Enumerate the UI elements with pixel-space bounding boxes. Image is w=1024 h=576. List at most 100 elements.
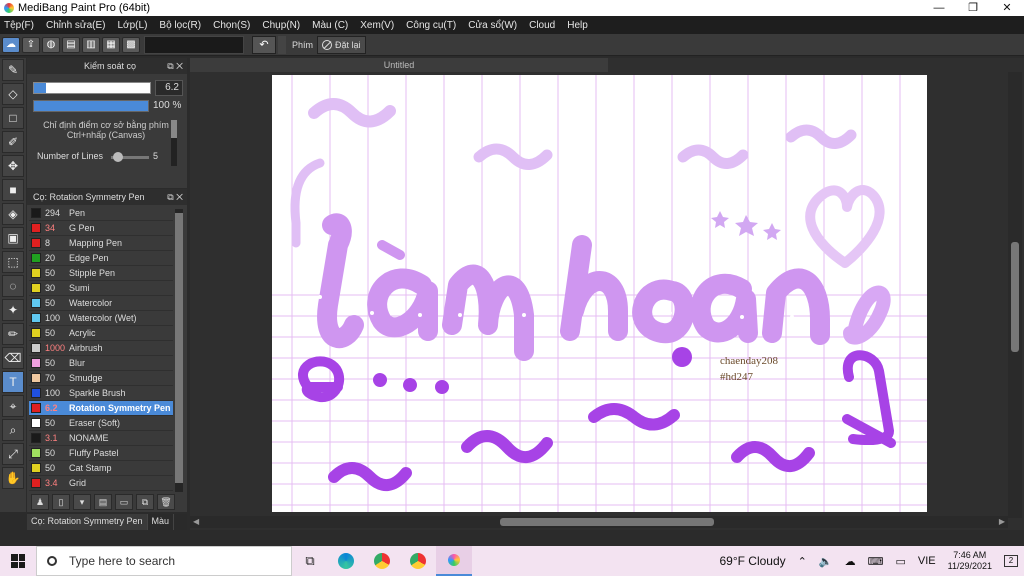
start-button[interactable] (0, 546, 36, 576)
menu-view[interactable]: Xem(V) (360, 20, 394, 31)
minimize-button[interactable]: — (922, 0, 956, 16)
divide-tool-icon[interactable]: ⌖ (2, 395, 24, 417)
notification-icon[interactable]: 2 (1004, 555, 1018, 567)
close-button[interactable]: ✕ (990, 0, 1024, 16)
brush-item[interactable]: 3.1 NONAME (29, 431, 173, 446)
menu-file[interactable]: Tệp(F) (4, 20, 34, 31)
drawing-canvas[interactable]: chaenday208 #hd247 (272, 75, 927, 512)
document-tab[interactable]: Untitled (190, 58, 608, 72)
brush-list-scrollbar[interactable] (175, 209, 183, 501)
bucket-tool-icon[interactable]: ◈ (2, 203, 24, 225)
brush-item[interactable]: 100 Watercolor (Wet) (29, 311, 173, 326)
task-view-icon[interactable]: ⧉ (292, 546, 328, 576)
chrome-icon[interactable] (364, 546, 400, 576)
brush-item[interactable]: 50 Watercolor (29, 296, 173, 311)
brush-item[interactable]: 34 G Pen (29, 221, 173, 236)
taskbar-search[interactable]: Type here to search (36, 546, 292, 576)
volume-icon[interactable]: 🔈 (819, 555, 833, 568)
number-of-lines-knob[interactable] (113, 152, 123, 162)
pen-edit-tool-icon[interactable]: ⤢ (2, 443, 24, 465)
brush-item[interactable]: 30 Sumi (29, 281, 173, 296)
cloud-icon[interactable]: ☁ (2, 36, 20, 53)
vertical-scroll-thumb[interactable] (1011, 242, 1019, 352)
tab-color[interactable]: Màu (148, 514, 175, 530)
dot-tool-icon[interactable]: □ (2, 107, 24, 129)
duplicate-icon[interactable]: ⧉ (136, 494, 154, 510)
move-tool-icon[interactable]: ✥ (2, 155, 24, 177)
undo-button[interactable]: ↶ (252, 35, 276, 54)
brush-item[interactable]: 8 Mapping Pen (29, 236, 173, 251)
menu-tools[interactable]: Công cụ(T) (406, 20, 456, 31)
brush-settings-icon[interactable]: ▤ (94, 494, 112, 510)
menu-filter[interactable]: Bộ lọc(R) (159, 20, 201, 31)
maximize-button[interactable]: ❐ (956, 0, 990, 16)
document-icon[interactable]: ▥ (82, 36, 100, 53)
select-pen-tool-icon[interactable]: ✏ (2, 323, 24, 345)
layers-icon[interactable]: ▦ (102, 36, 120, 53)
hand-tool-icon[interactable]: ✋ (2, 467, 24, 489)
scroll-right-icon[interactable]: ▶ (999, 517, 1005, 526)
brush-tool-icon[interactable]: ✎ (2, 59, 24, 81)
vertical-scrollbar[interactable] (1008, 72, 1022, 518)
brush-item[interactable]: 1000 Airbrush (29, 341, 173, 356)
gradient-tool-icon[interactable]: ▣ (2, 227, 24, 249)
reset-button[interactable]: Đặt lại (317, 35, 366, 54)
select-rect-tool-icon[interactable]: ⬚ (2, 251, 24, 273)
menu-layer[interactable]: Lớp(L) (118, 20, 148, 31)
tab-brush[interactable]: Cọ: Rotation Symmetry Pen (27, 514, 148, 530)
brush-item[interactable]: 50 Eraser (Soft) (29, 416, 173, 431)
display-icon[interactable]: ▭ (895, 555, 905, 568)
brush-item[interactable]: 294 Pen (29, 206, 173, 221)
chrome-profile-icon[interactable] (400, 546, 436, 576)
brush-item[interactable]: 50 Fluffy Pastel (29, 446, 173, 461)
new-brush-icon[interactable]: ▯ (52, 494, 70, 510)
brush-item[interactable]: 20 Edge Pen (29, 251, 173, 266)
language-indicator[interactable]: VIE (918, 555, 936, 567)
grid-icon[interactable]: ▩ (122, 36, 140, 53)
brush-size-value[interactable]: 6.2 (155, 80, 183, 96)
horizontal-scroll-thumb[interactable] (500, 518, 714, 526)
menu-window[interactable]: Cửa sổ(W) (468, 20, 517, 31)
medibang-taskbar-icon[interactable] (436, 546, 472, 576)
brush-item[interactable]: 50 Cat Stamp (29, 461, 173, 476)
brush-opacity-slider[interactable] (33, 100, 149, 112)
scroll-left-icon[interactable]: ◀ (193, 517, 199, 526)
edge-icon[interactable] (328, 546, 364, 576)
brush-item[interactable]: 50 Blur (29, 356, 173, 371)
menu-select[interactable]: Chọn(S) (213, 20, 250, 31)
brush-size-slider[interactable] (33, 82, 151, 94)
undo-dropdown[interactable] (278, 35, 286, 54)
lasso-tool-icon[interactable]: ◌ (2, 275, 24, 297)
panel-controls[interactable]: ⧉ ✕ (167, 58, 183, 74)
folder-icon[interactable]: ▭ (115, 494, 133, 510)
menu-snap[interactable]: Chụp(N) (262, 20, 300, 31)
trash-icon[interactable]: 🗑 (157, 494, 175, 510)
message-icon[interactable]: ▤ (62, 36, 80, 53)
clock[interactable]: 7:46 AM 11/29/2021 (948, 550, 992, 572)
brush-item[interactable]: 50 Acrylic (29, 326, 173, 341)
select-eraser-tool-icon[interactable]: ⌫ (2, 347, 24, 369)
brush-item[interactable]: 100 Sparkle Brush (29, 386, 173, 401)
keyboard-icon[interactable]: ⌨ (868, 555, 884, 568)
brush-item[interactable]: 50 Stipple Pen (29, 266, 173, 281)
weather-widget[interactable]: 69°F Cloudy (719, 554, 785, 568)
menu-cloud[interactable]: Cloud (529, 20, 555, 31)
magic-wand-tool-icon[interactable]: ✦ (2, 299, 24, 321)
brush-item[interactable]: 3.4 Grid (29, 476, 173, 491)
eraser-tool-icon[interactable]: ◇ (2, 83, 24, 105)
brush-item[interactable]: 6.2 Rotation Symmetry Pen (29, 401, 173, 416)
onedrive-icon[interactable]: ☁ (845, 555, 856, 568)
text-tool-icon[interactable]: T (2, 371, 24, 393)
horizontal-scrollbar[interactable]: ◀ ▶ (190, 516, 1008, 528)
fill-rect-tool-icon[interactable]: ■ (2, 179, 24, 201)
chevron-up-icon[interactable]: ⌃ (798, 555, 807, 568)
share-icon[interactable]: ⇪ (22, 36, 40, 53)
brush-item[interactable]: 70 Smudge (29, 371, 173, 386)
menu-edit[interactable]: Chỉnh sửa(E) (46, 20, 106, 31)
eyedropper-tool-icon[interactable]: ⌕ (2, 419, 24, 441)
menu-color[interactable]: Màu (C) (312, 20, 348, 31)
menu-help[interactable]: Help (567, 20, 588, 31)
pen-tool-icon[interactable]: ✐ (2, 131, 24, 153)
add-brush-icon[interactable]: ♟ (31, 494, 49, 510)
brush-menu-icon[interactable]: ▾ (73, 494, 91, 510)
